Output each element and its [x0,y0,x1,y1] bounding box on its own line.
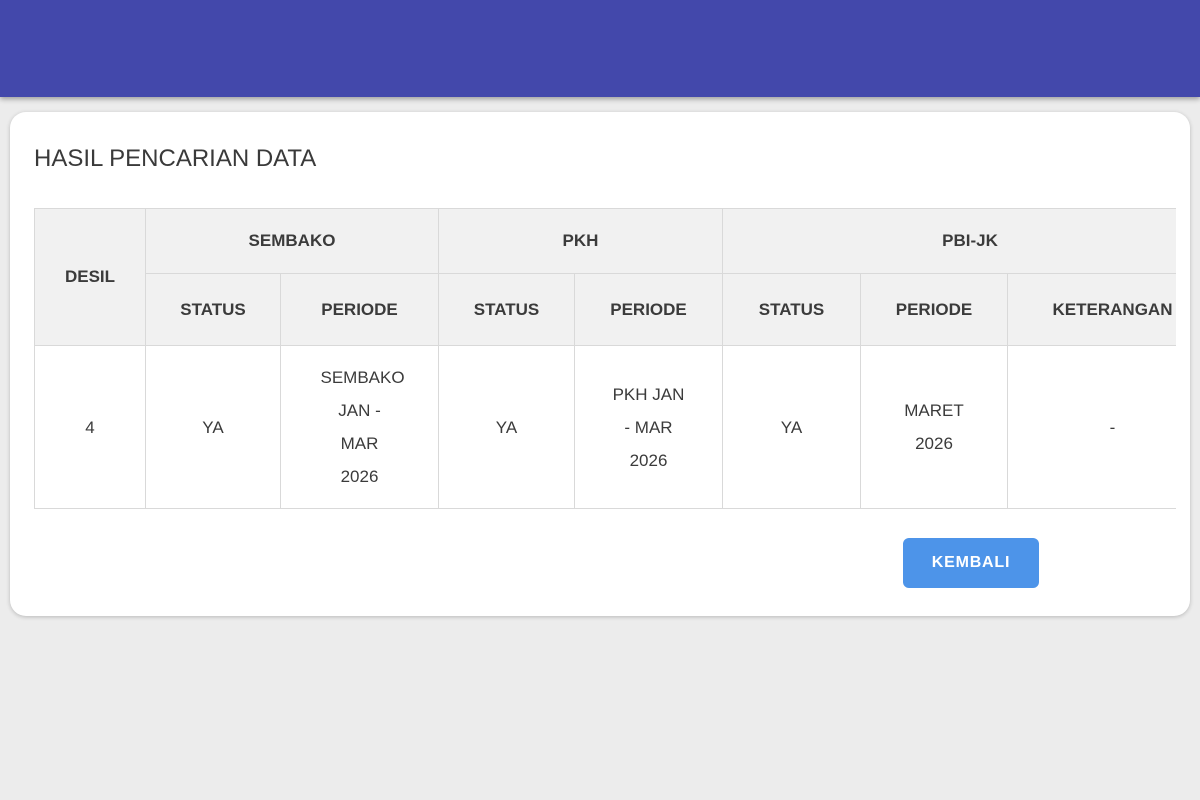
group-header-pbijk: PBI-JK [723,209,1177,274]
column-header-pbijk-periode: PERIODE [861,274,1008,346]
cell-sembako-periode-text: SEMBAKO JAN - MAR 2026 [321,361,399,493]
top-navbar [0,0,1200,97]
card-actions: KEMBALI [34,538,1176,588]
column-header-pkh-status: STATUS [439,274,575,346]
group-header-sembako: SEMBAKO [146,209,439,274]
table-row: 4 YA SEMBAKO JAN - MAR 2026 YA PKH JAN -… [35,346,1177,509]
cell-pbijk-periode-text: MARET 2026 [895,394,973,460]
kembali-button[interactable]: KEMBALI [903,538,1039,588]
cell-sembako-status: YA [146,346,281,509]
cell-pkh-periode-text: PKH JAN - MAR 2026 [610,378,688,477]
column-header-pkh-periode: PERIODE [575,274,723,346]
page-title: HASIL PENCARIAN DATA [34,142,1176,176]
cell-pbijk-periode: MARET 2026 [861,346,1008,509]
cell-desil: 4 [35,346,146,509]
cell-pkh-periode: PKH JAN - MAR 2026 [575,346,723,509]
search-result-card: HASIL PENCARIAN DATA DESIL SEMBAKO PKH P… [10,112,1190,616]
table-scroll-container[interactable]: DESIL SEMBAKO PKH PBI-JK STATUS PERIODE … [34,208,1176,509]
cell-sembako-periode: SEMBAKO JAN - MAR 2026 [281,346,439,509]
results-table: DESIL SEMBAKO PKH PBI-JK STATUS PERIODE … [34,208,1176,509]
column-header-pbijk-keterangan: KETERANGAN [1008,274,1177,346]
group-header-pkh: PKH [439,209,723,274]
cell-pbijk-keterangan: - [1008,346,1177,509]
cell-pkh-status: YA [439,346,575,509]
column-header-sembako-periode: PERIODE [281,274,439,346]
cell-pbijk-status: YA [723,346,861,509]
column-header-desil: DESIL [35,209,146,346]
column-header-sembako-status: STATUS [146,274,281,346]
column-header-pbijk-status: STATUS [723,274,861,346]
